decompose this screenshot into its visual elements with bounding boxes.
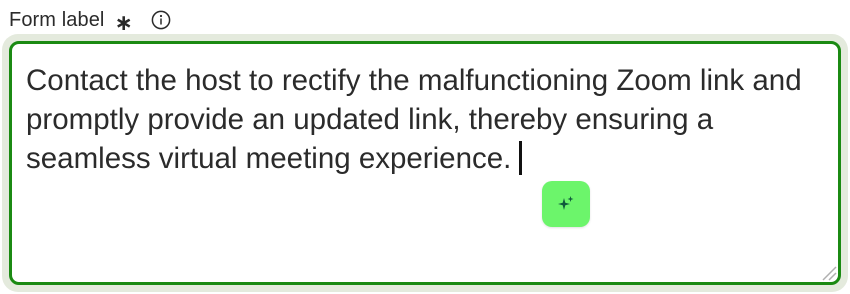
textarea-value: Contact the host to rectify the malfunct… <box>26 64 802 175</box>
resize-grip-icon[interactable] <box>820 264 838 282</box>
info-icon[interactable] <box>151 10 171 30</box>
form-label: Form label <box>9 8 105 31</box>
form-field: Form label ∗ Contact the host to rectify… <box>0 0 850 294</box>
text-cursor <box>519 141 522 175</box>
form-label-row: Form label ∗ <box>9 5 171 35</box>
ai-assist-button[interactable] <box>542 181 590 227</box>
message-textarea[interactable]: Contact the host to rectify the malfunct… <box>9 41 841 285</box>
sparkles-icon <box>558 196 574 210</box>
required-indicator: ∗ <box>114 10 133 35</box>
